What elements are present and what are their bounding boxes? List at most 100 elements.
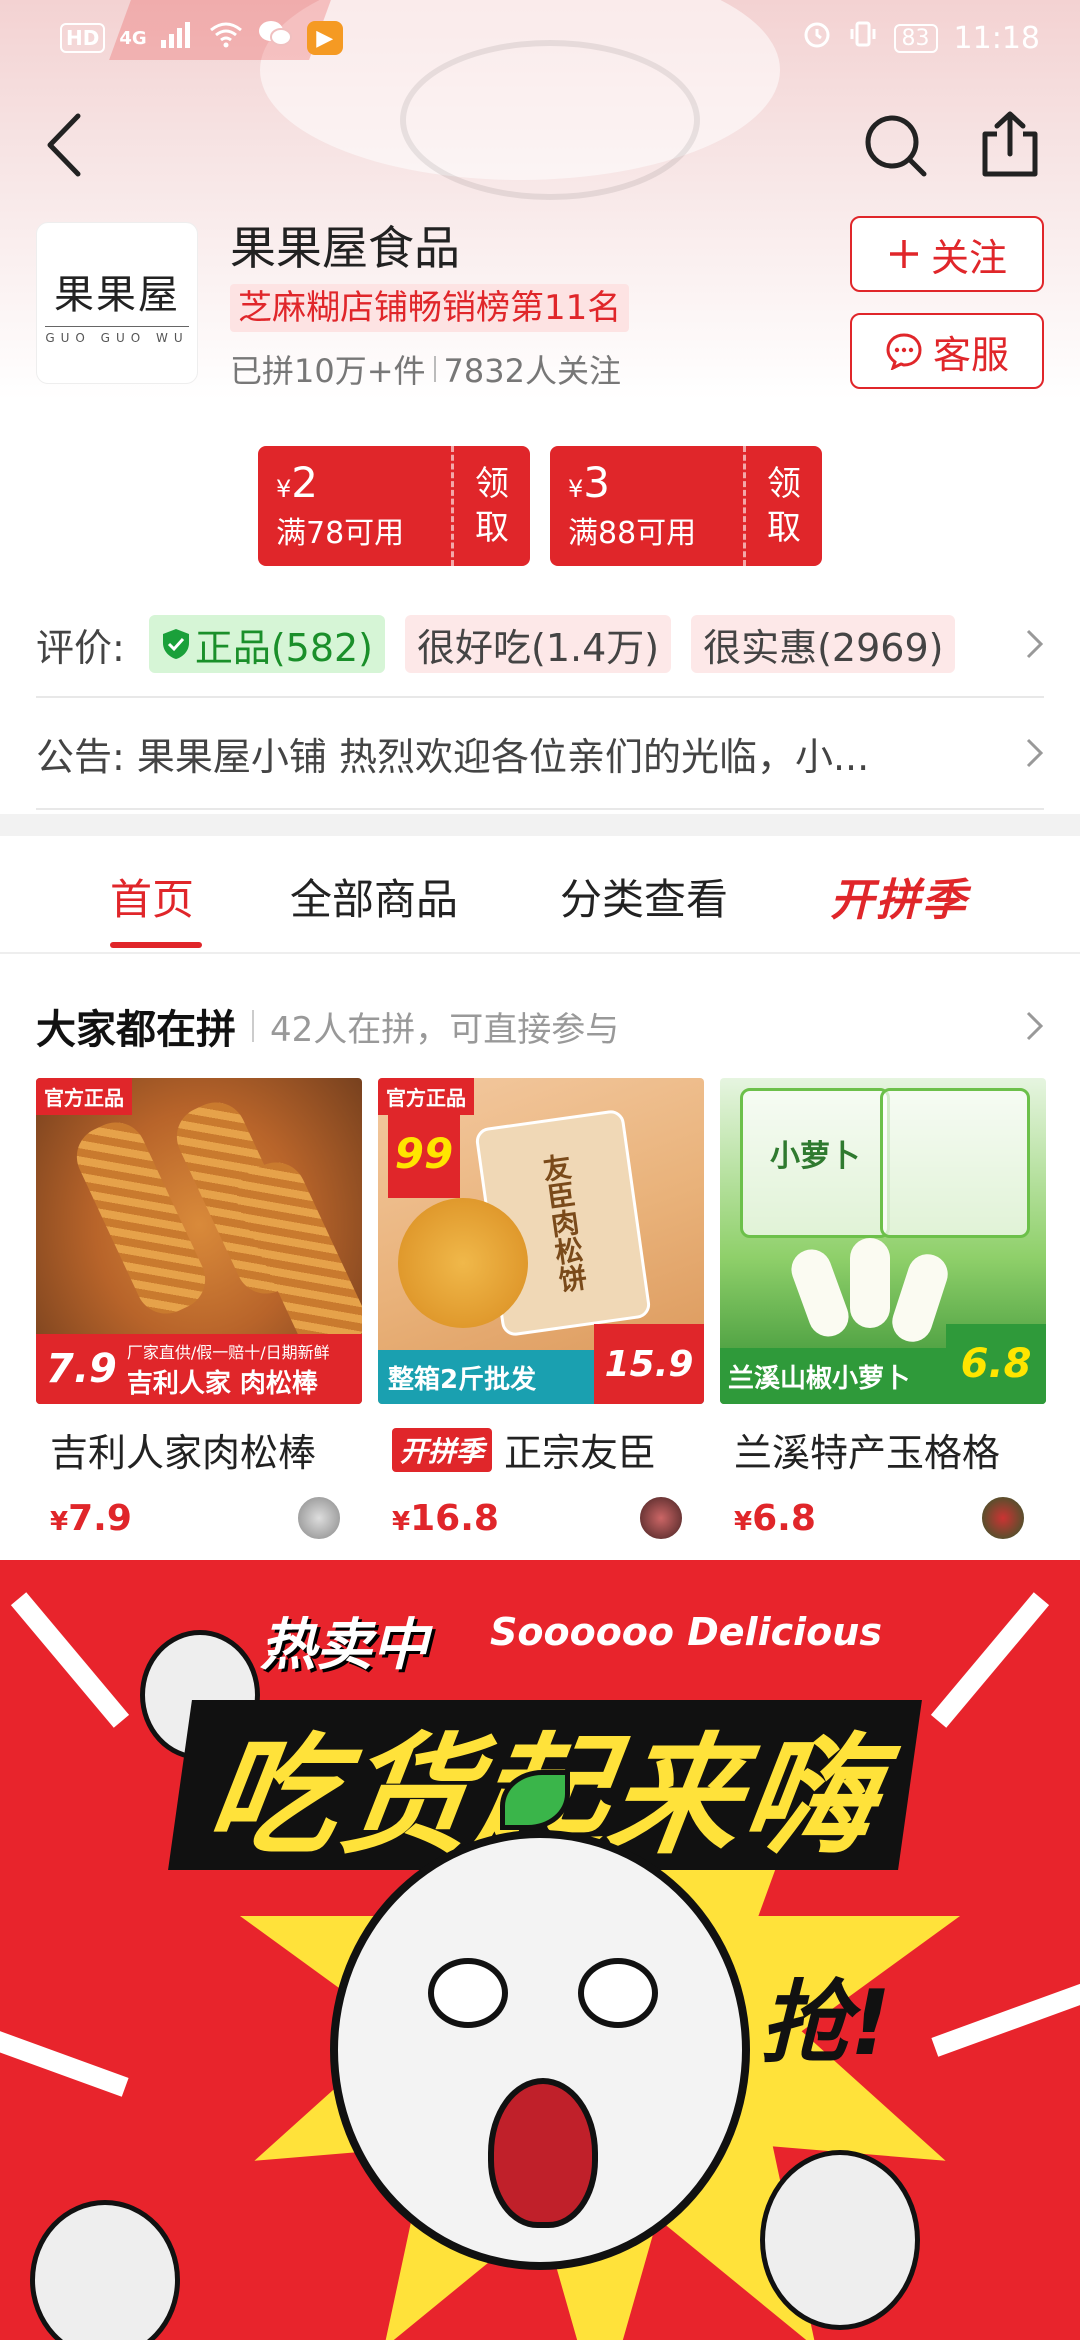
product-price: ¥7.9 [50,1498,132,1539]
mascot-small-right [760,2150,920,2330]
coupon-amount: 2 [291,458,319,507]
package-text: 友臣肉松饼 [537,1151,590,1295]
rank-badge[interactable]: 芝麻糊店铺畅销榜第11名 [230,284,630,332]
product-name: 兰溪特产玉格格 [720,1422,1046,1477]
product-name-text: 正宗友臣 [504,1431,657,1475]
mascot-small-left [30,2200,180,2340]
image-small-text: 厂家直供/假一赔十/日期新鲜 [126,1342,330,1362]
section-gap [0,814,1080,836]
banner-grab-text: 抢! [760,1971,892,2076]
chevron-left-icon [47,113,81,177]
product-name: 吉利人家肉松棒 [36,1422,362,1477]
claim-label-1: 领 [475,464,509,504]
search-icon [865,115,927,177]
product-name: 开拼季 正宗友臣 [378,1422,704,1477]
coupon-claim-button[interactable]: 领 取 [746,446,822,566]
product-name-text: 兰溪特产玉格格 [734,1431,1001,1475]
banner-hot-text: 热卖中 [260,1613,428,1678]
tab-all-products[interactable]: 全部商品 [290,866,458,927]
coupon-currency: ¥ [568,475,584,503]
image-caption: 兰溪山椒小萝卜 [728,1363,911,1394]
status-bar: HD 4G ▶ 83 11:18 [0,0,1080,76]
coupon-claim-button[interactable]: 领 取 [454,446,530,566]
image-caption: 吉利人家 肉松棒 [126,1368,318,1399]
group-divider [252,1010,254,1042]
follower-count: 7832人关注 [443,352,621,390]
vibrate-icon [848,19,878,57]
review-label: 评价: [36,625,125,670]
product-name-text: 吉利人家肉松棒 [50,1431,317,1475]
tab-categories[interactable]: 分类查看 [560,866,728,927]
notice-text: 公告: 果果屋小铺 热烈欢迎各位亲们的光临，小... [36,734,870,779]
image-price: 7.9 [46,1346,117,1392]
product-image[interactable]: 小萝卜 兰溪山椒小萝卜 6.8 [720,1078,1046,1404]
chevron-right-icon [1026,629,1044,659]
group-buying-header[interactable]: 大家都在拼 42人在拼，可直接参与 [36,996,1046,1056]
review-tag-tasty[interactable]: 很好吃(1.4万) [405,615,672,673]
coupon-card[interactable]: ¥2 满78可用 领 取 [258,446,530,566]
back-button[interactable] [30,110,100,180]
alarm-icon [802,19,832,57]
shop-name: 果果屋食品 [230,221,460,275]
customer-service-button[interactable]: 客服 [850,313,1044,389]
product-image[interactable]: 友臣肉松饼 官方正品 99 整箱2斤批发 15.9 [378,1078,704,1404]
shop-tabs: 首页 全部商品 分类查看 开拼季 [0,836,1080,954]
hd-indicator: HD [60,23,106,53]
divider [36,808,1044,810]
shop-logo[interactable]: 果果屋 GUO GUO WU [36,222,198,384]
product-price: ¥6.8 [734,1498,816,1539]
product-card[interactable]: 小萝卜 兰溪山椒小萝卜 6.8 兰溪特产玉格格 ¥6.8 [720,1078,1046,1541]
signal-icon [160,20,195,56]
price-value: 7.9 [68,1497,132,1539]
review-tags-row[interactable]: 评价: 正品(582) 很好吃(1.4万) 很实惠(2969) [36,608,1046,680]
divider [36,696,1044,698]
image-price-bar: 7.9 厂家直供/假一赔十/日期新鲜 吉利人家 肉松棒 [36,1334,362,1404]
promo-badge: 99 [388,1108,460,1198]
product-price: ¥16.8 [392,1498,499,1539]
product-card[interactable]: 友臣肉松饼 官方正品 99 整箱2斤批发 15.9 开拼季 正宗友臣 ¥16.8 [378,1078,704,1541]
follow-button[interactable]: 关注 [850,216,1044,292]
product-image[interactable]: 官方正品 7.9 厂家直供/假一赔十/日期新鲜 吉利人家 肉松棒 [36,1078,362,1404]
review-tag-text: 很实惠(2969) [703,625,944,670]
group-subtitle: 42人在拼，可直接参与 [270,1009,620,1050]
currency: ¥ [392,1506,411,1537]
promo-banner[interactable]: 热卖中 Soooooo Delicious 吃货起来嗨 抢! [0,1560,1080,2340]
claim-label-2: 取 [475,508,509,548]
image-price: 6.8 [946,1324,1046,1404]
chevron-right-icon [1026,1011,1044,1041]
tab-home[interactable]: 首页 [110,866,194,927]
search-button[interactable] [860,110,930,180]
claim-label-2: 取 [767,508,801,548]
wechat-icon [257,19,293,57]
coupon-currency: ¥ [276,475,292,503]
product-card[interactable]: 官方正品 7.9 厂家直供/假一赔十/日期新鲜 吉利人家 肉松棒 吉利人家肉松棒… [36,1078,362,1541]
mascot-face [330,1830,750,2270]
season-tag: 开拼季 [392,1427,493,1472]
coupon-card[interactable]: ¥3 满88可用 领 取 [550,446,822,566]
plus-icon [889,240,918,268]
chat-bubble-icon [886,333,922,370]
price-value: 16.8 [410,1497,499,1539]
share-button[interactable] [975,110,1045,180]
follow-label: 关注 [930,235,1007,280]
currency: ¥ [734,1506,753,1537]
image-price: 15.9 [594,1324,704,1404]
chevron-right-icon [1026,738,1044,768]
service-label: 客服 [932,332,1009,377]
shield-check-icon [162,629,189,659]
shop-stats: 已拼10万+件 7832人关注 [230,346,621,392]
official-tag: 官方正品 [36,1078,132,1115]
review-tag-text: 正品(582) [194,625,373,670]
currency: ¥ [50,1506,69,1537]
avatar [296,1495,342,1541]
review-tag-text: 很好吃(1.4万) [417,625,660,670]
review-tag-value[interactable]: 很实惠(2969) [691,615,956,673]
coupon-amount: 3 [583,458,611,507]
shop-notice[interactable]: 公告: 果果屋小铺 热烈欢迎各位亲们的光临，小... [36,718,1046,788]
claim-label-1: 领 [767,464,801,504]
image-caption: 整箱2斤批发 [388,1364,537,1395]
banner-english-text: Soooooo Delicious [490,1610,882,1654]
review-tag-genuine[interactable]: 正品(582) [148,615,385,673]
battery-indicator: 83 [893,23,938,53]
tab-season[interactable]: 开拼季 [830,864,968,928]
